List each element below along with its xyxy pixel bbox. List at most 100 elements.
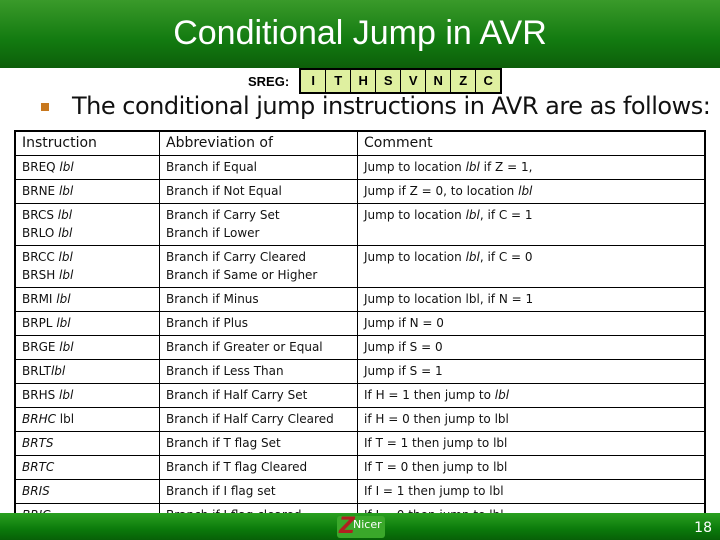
cell-line: If T = 0 then jump to lbl	[364, 458, 698, 476]
cell-abbreviation: Branch if Half Carry Set	[159, 383, 358, 408]
cell-instruction: BRPL lbl	[14, 311, 160, 336]
cell-line: Branch if Less Than	[166, 362, 351, 380]
cell-line: BRIS	[22, 482, 153, 500]
text-part: BRHS	[22, 388, 60, 402]
text-part: , if C = 0	[479, 250, 533, 264]
text-part: BRCS	[22, 208, 58, 222]
cell-line: if H = 0 then jump to lbl	[364, 410, 698, 428]
text-part: BREQ	[22, 160, 60, 174]
cell-comment: If T = 0 then jump to lbl	[357, 455, 706, 480]
text-part: BRLT	[22, 364, 51, 378]
instruction-table: Instruction Abbreviation of Comment BREQ…	[14, 130, 706, 529]
text-part: BRLO	[22, 226, 59, 240]
cell-comment: Jump to location lbl, if N = 1	[357, 287, 706, 312]
text-part: lbl	[59, 340, 74, 354]
text-part: lbl	[57, 208, 73, 222]
cell-abbreviation: Branch if Carry Cleared Branch if Same or…	[159, 245, 358, 288]
cell-line: BRTC	[22, 458, 153, 476]
sreg-diagram: SREG: ITHSVNZC	[248, 68, 503, 94]
table-row: BRIS Branch if I flag set If I = 1 then ju…	[14, 479, 706, 504]
cell-abbreviation: Branch if Not Equal	[159, 179, 358, 204]
text-part: Jump if N = 0	[364, 316, 444, 330]
cell-line: Branch if Lower	[166, 224, 351, 242]
text-part: Jump if S = 0	[364, 340, 443, 354]
text-part: Branch if Minus	[166, 292, 259, 306]
cell-line: Branch if I flag set	[166, 482, 351, 500]
cell-instruction: BRLTlbl	[14, 359, 160, 384]
table-row: BRMI lbl Branch if Minus Jump to location …	[14, 287, 706, 312]
sreg-bit-n: N	[426, 70, 452, 92]
text-part: BRIS	[22, 484, 50, 498]
cell-line: Jump if S = 1	[364, 362, 698, 380]
text-part: Branch if Carry Set	[166, 208, 280, 222]
cell-comment: Jump to location lbl, if C = 1	[357, 203, 706, 246]
cell-instruction: BRMI lbl	[14, 287, 160, 312]
cell-comment: Jump to location lbl, if C = 0	[357, 245, 706, 288]
table-row: BREQ lbl Branch if Equal Jump to location …	[14, 155, 706, 180]
cell-line: BRHC lbl	[22, 410, 153, 428]
text-part: If I = 1 then jump to lbl	[364, 484, 504, 498]
cell-line: Branch if Greater or Equal	[166, 338, 351, 356]
text-part: lbl	[50, 364, 66, 378]
cell-line: Branch if Equal	[166, 158, 351, 176]
cell-line: BRMI lbl	[22, 290, 153, 308]
text-part: Jump if S = 1	[364, 364, 443, 378]
text-part: lbl	[58, 250, 73, 264]
cell-line: Branch if Same or Higher	[166, 266, 351, 284]
text-part: Branch if Half Carry Cleared	[166, 412, 334, 426]
text-part: , if C = 1	[479, 208, 533, 222]
cell-line: Branch if Carry Cleared	[166, 248, 351, 266]
text-part: BRTC	[22, 460, 55, 474]
text-part: lbl	[58, 226, 73, 240]
text-part: BRNE	[22, 184, 59, 198]
text-part: lbl	[56, 316, 71, 330]
sreg-label: SREG:	[248, 73, 290, 89]
text-part: lbl	[518, 184, 533, 198]
text-part: BRMI	[22, 292, 57, 306]
cell-abbreviation: Branch if Plus	[159, 311, 358, 336]
table-row: BRCS lbl BRLO lbl Branch if Carry Set Branc…	[14, 203, 706, 246]
text-part: BRGE	[22, 340, 60, 354]
cell-line: Jump to location lbl, if N = 1	[364, 290, 698, 308]
nicer-logo: Z Nicer	[337, 514, 385, 539]
cell-comment: Jump to location lbl if Z = 1,	[357, 155, 706, 180]
cell-comment: Jump if S = 0	[357, 335, 706, 360]
text-part: lbl	[55, 412, 75, 426]
text-part: Branch if I flag set	[166, 484, 276, 498]
cell-instruction: BREQ lbl	[14, 155, 160, 180]
text-part: If T = 1 then jump to lbl	[364, 436, 508, 450]
text-part: Branch if T flag Cleared	[166, 460, 308, 474]
cell-abbreviation: Branch if Half Carry Cleared	[159, 407, 358, 432]
text-part: Jump to location	[364, 250, 466, 264]
cell-line: Branch if Not Equal	[166, 182, 351, 200]
cell-instruction: BRCC lbl BRSH lbl	[14, 245, 160, 288]
table-row: BRHS lbl Branch if Half Carry Set If H = 1…	[14, 383, 706, 408]
text-part: Jump to location	[364, 160, 466, 174]
cell-line: BREQ lbl	[22, 158, 153, 176]
cell-instruction: BRHS lbl	[14, 383, 160, 408]
cell-line: Jump if Z = 0, to location lbl	[364, 182, 698, 200]
text-part: Branch if Lower	[166, 226, 260, 240]
sreg-bit-t: T	[326, 70, 352, 92]
sreg-bits: ITHSVNZC	[299, 68, 503, 94]
cell-line: BRHS lbl	[22, 386, 153, 404]
sreg-bit-h: H	[351, 70, 377, 92]
cell-line: Branch if Half Carry Cleared	[166, 410, 351, 428]
cell-line: Jump to location lbl, if C = 0	[364, 248, 698, 266]
cell-comment: Jump if S = 1	[357, 359, 706, 384]
table-row: BRHC lbl Branch if Half Carry Cleared if H…	[14, 407, 706, 432]
cell-line: Jump if N = 0	[364, 314, 698, 332]
text-part: Branch if Not Equal	[166, 184, 282, 198]
cell-line: If H = 1 then jump to lbl	[364, 386, 698, 404]
page-number: 18	[694, 520, 712, 536]
cell-line: BRTS	[22, 434, 153, 452]
text-part: BRHC	[22, 412, 56, 426]
cell-instruction: BRTC	[14, 455, 160, 480]
cell-line: BRPL lbl	[22, 314, 153, 332]
text-part: If H = 1 then jump to	[364, 388, 495, 402]
cell-instruction: BRTS	[14, 431, 160, 456]
cell-comment: if H = 0 then jump to lbl	[357, 407, 706, 432]
text-part: BRPL	[22, 316, 57, 330]
cell-line: Branch if Minus	[166, 290, 351, 308]
text-part: lbl	[56, 292, 71, 306]
